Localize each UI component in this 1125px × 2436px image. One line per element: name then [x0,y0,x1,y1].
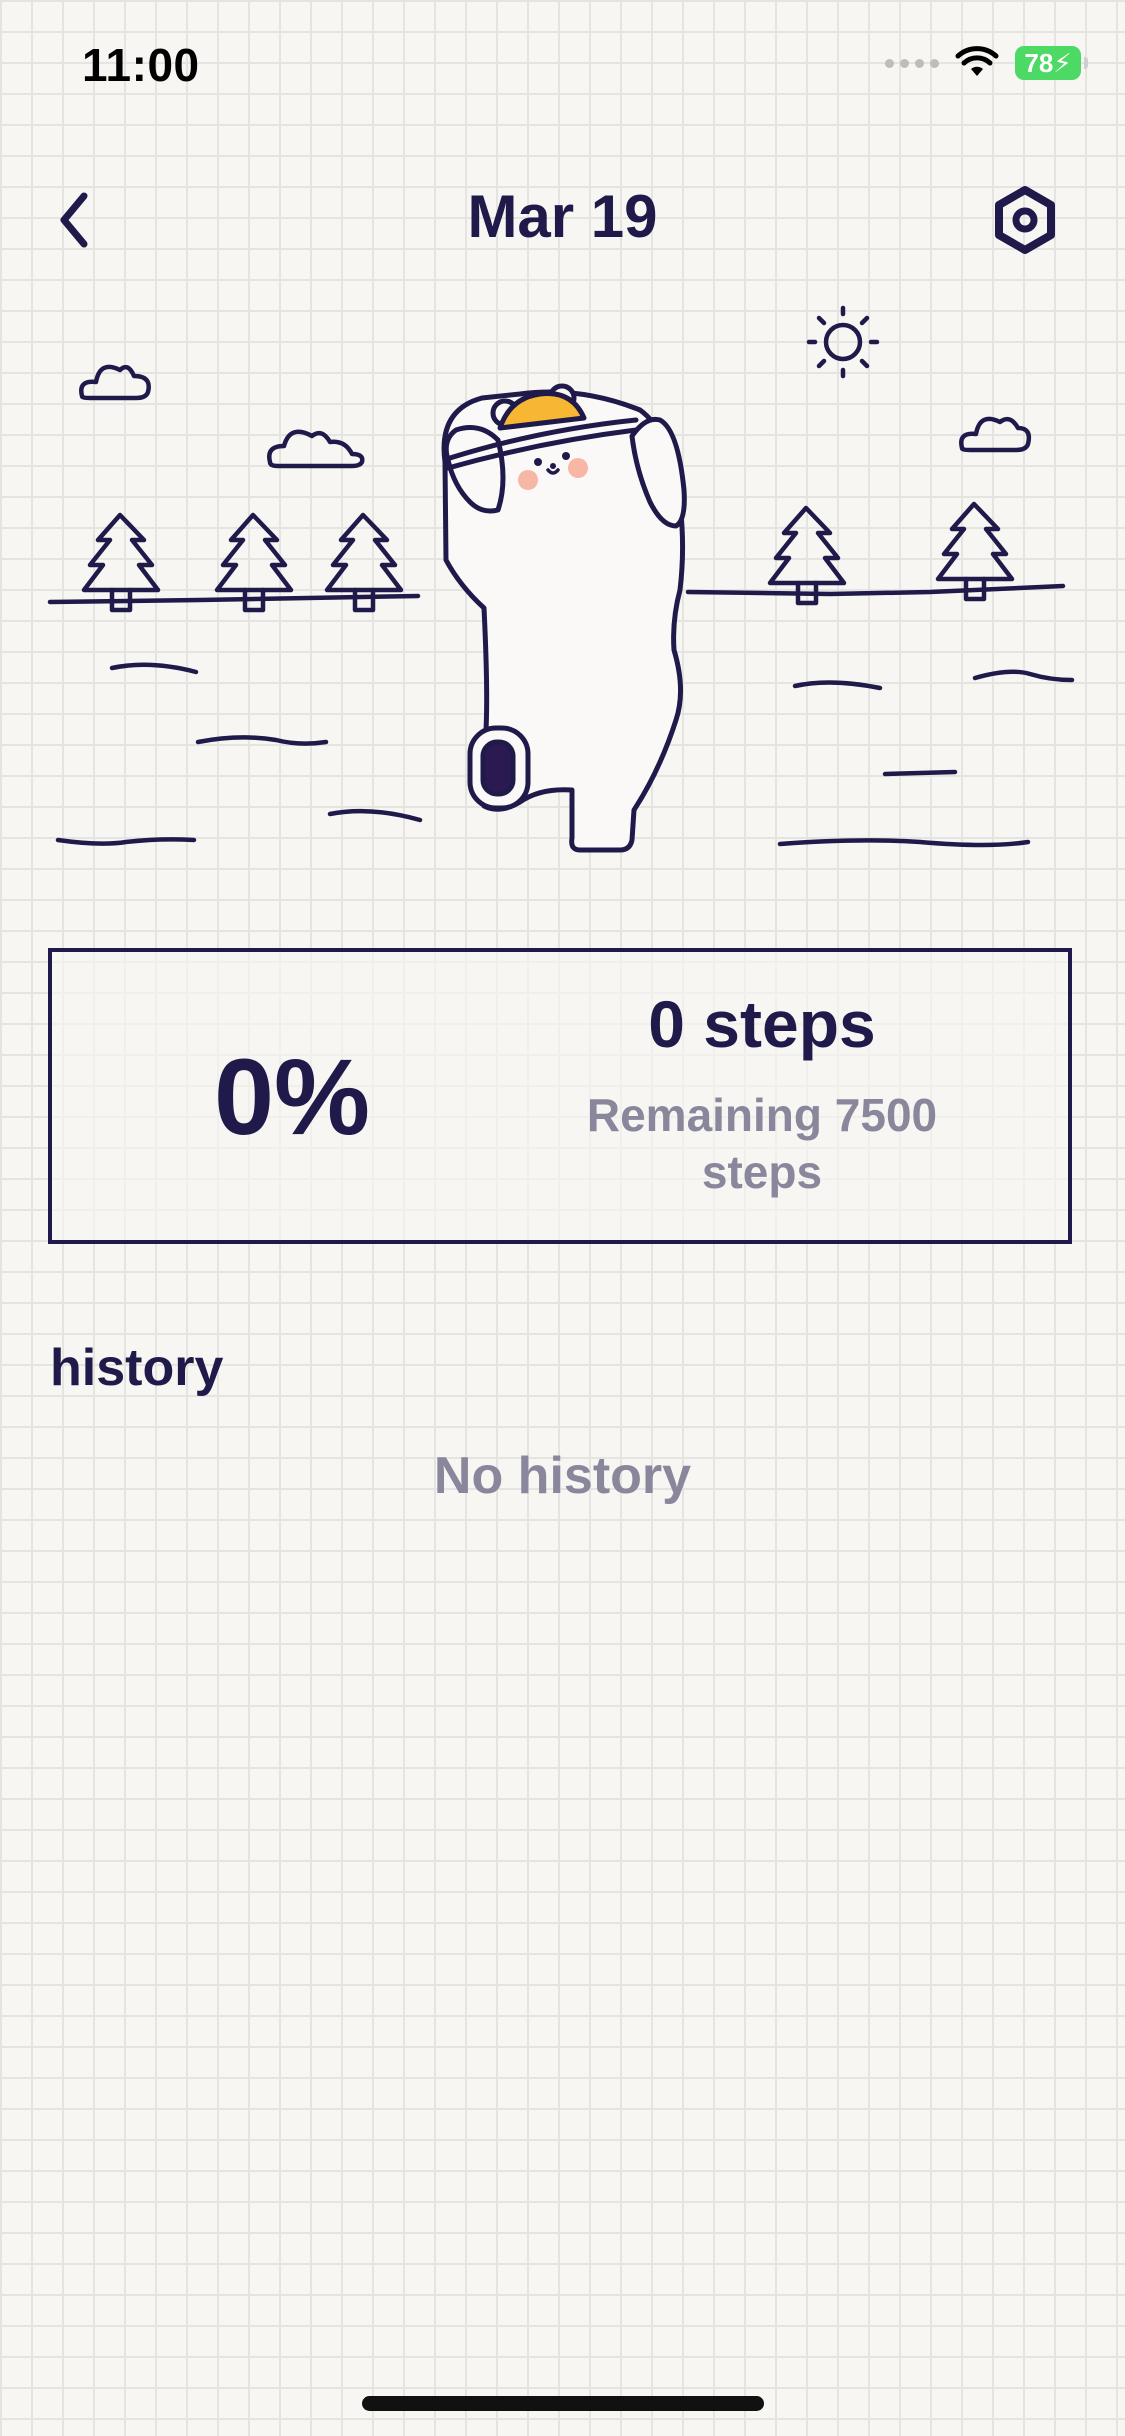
pine-tree-icon [767,505,847,606]
hexagon-settings-icon [995,186,1055,254]
status-bar: 11:00 78 ⚡ [0,0,1125,135]
pine-tree-icon [81,512,161,613]
home-indicator[interactable] [362,2396,764,2411]
cloud-icon [267,429,365,469]
cloud-icon [79,364,151,401]
pine-tree-icon [214,512,294,613]
status-time: 11:00 [82,39,200,91]
steps-count: 0 steps [648,987,876,1061]
page-title: Mar 19 [467,183,658,250]
steps-block: 0 steps Remaining 7500 steps [492,988,1032,1202]
progress-card: 0% 0 steps Remaining 7500 steps [48,948,1072,1244]
status-icons: 78 ⚡ [885,46,1088,80]
no-history-message: No history [433,1447,692,1505]
battery-charging-icon: 78 ⚡ [1015,46,1088,80]
cloud-icon [959,416,1032,453]
settings-button[interactable] [985,180,1065,260]
pine-tree-icon [935,501,1015,602]
wifi-icon [955,46,999,76]
remaining-steps: Remaining 7500 steps [586,1088,938,1199]
battery-level: 78 [1024,47,1054,78]
history-heading: history [50,1339,224,1397]
cellular-signal-icon [885,58,939,68]
sun-icon [806,305,880,379]
header: Mar 19 [0,160,1125,280]
progress-percent: 0% [213,1035,371,1157]
walking-bear-illustration [47,305,1075,853]
